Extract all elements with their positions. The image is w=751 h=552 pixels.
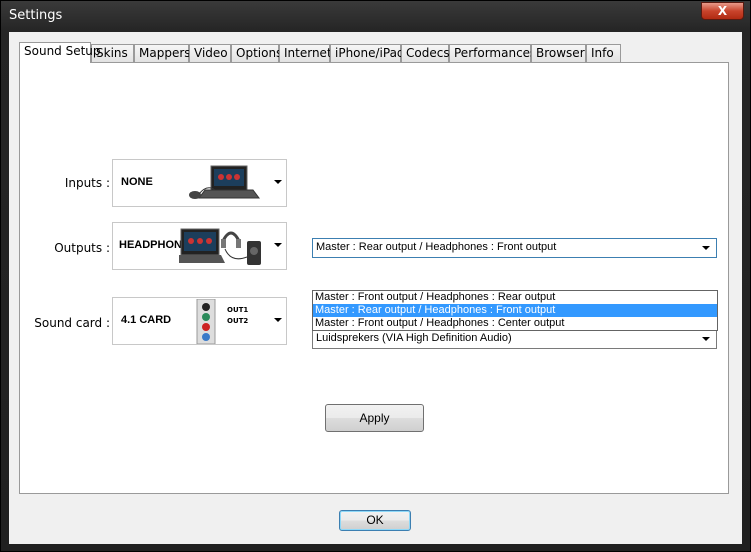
inputs-value: NONE <box>121 176 153 188</box>
tab-video[interactable]: Video <box>189 44 231 62</box>
inputs-label: Inputs : <box>64 176 110 190</box>
tab-internet[interactable]: Internet <box>279 44 332 62</box>
audio-device-select[interactable]: Luidsprekers (VIA High Definition Audio) <box>312 329 717 349</box>
dialog-client: Sound Setup Skins Mappers Video Options … <box>9 32 742 544</box>
out1-label: OUT1 <box>227 306 249 314</box>
output-routing-value: Master : Rear output / Headphones : Fron… <box>316 241 557 253</box>
tab-iphone-ipad[interactable]: iPhone/iPad <box>330 44 405 62</box>
inputs-picker[interactable]: NONE <box>112 159 287 207</box>
routing-option[interactable]: Master : Front output / Headphones : Rea… <box>313 291 717 304</box>
soundcard-value: 4.1 CARD <box>121 314 172 326</box>
tab-options[interactable]: Options <box>231 44 282 62</box>
audio-device-value: Luidsprekers (VIA High Definition Audio) <box>316 332 512 344</box>
audio-device-arrow[interactable] <box>702 337 710 341</box>
apply-button[interactable]: Apply <box>325 404 424 432</box>
outputs-dropdown-arrow[interactable] <box>274 243 282 247</box>
window-title: Settings <box>9 8 63 23</box>
tab-browser[interactable]: Browser <box>531 44 586 62</box>
output-routing-dropdown: Master : Front output / Headphones : Rea… <box>312 290 718 331</box>
output-routing-select[interactable]: Master : Rear output / Headphones : Fron… <box>312 238 717 258</box>
output-routing-arrow[interactable] <box>702 246 710 250</box>
tab-mappers[interactable]: Mappers <box>134 44 191 62</box>
outputs-label: Outputs : <box>54 241 110 255</box>
ok-button[interactable]: OK <box>339 510 411 531</box>
settings-window: Settings X Sound Setup Skins Mappers Vid… <box>0 0 751 552</box>
inputs-dropdown-arrow[interactable] <box>274 180 282 184</box>
tab-codecs[interactable]: Codecs <box>401 44 450 62</box>
soundcard-label: Sound card : <box>34 316 110 330</box>
out2-label: OUT2 <box>227 317 249 325</box>
sound-card-jacks-icon <box>196 299 216 344</box>
sound-setup-panel: Inputs : NONE Outputs : HEADPHONES Maste… <box>19 62 729 494</box>
tab-performances[interactable]: Performances <box>449 44 536 62</box>
tab-sound-setup[interactable]: Sound Setup <box>19 42 101 63</box>
outputs-picker[interactable]: HEADPHONES <box>112 222 287 270</box>
laptop-mic-icon <box>189 165 260 199</box>
tab-info[interactable]: Info <box>586 44 621 62</box>
routing-option-selected[interactable]: Master : Rear output / Headphones : Fron… <box>313 304 717 317</box>
routing-option[interactable]: Master : Front output / Headphones : Cen… <box>313 317 717 330</box>
soundcard-picker[interactable]: 4.1 CARD OUT1 OUT2 <box>112 297 287 345</box>
soundcard-dropdown-arrow[interactable] <box>274 318 282 322</box>
title-bar[interactable]: Settings X <box>1 1 750 31</box>
close-button[interactable]: X <box>701 2 744 20</box>
headphones-laptop-icon <box>179 228 261 265</box>
